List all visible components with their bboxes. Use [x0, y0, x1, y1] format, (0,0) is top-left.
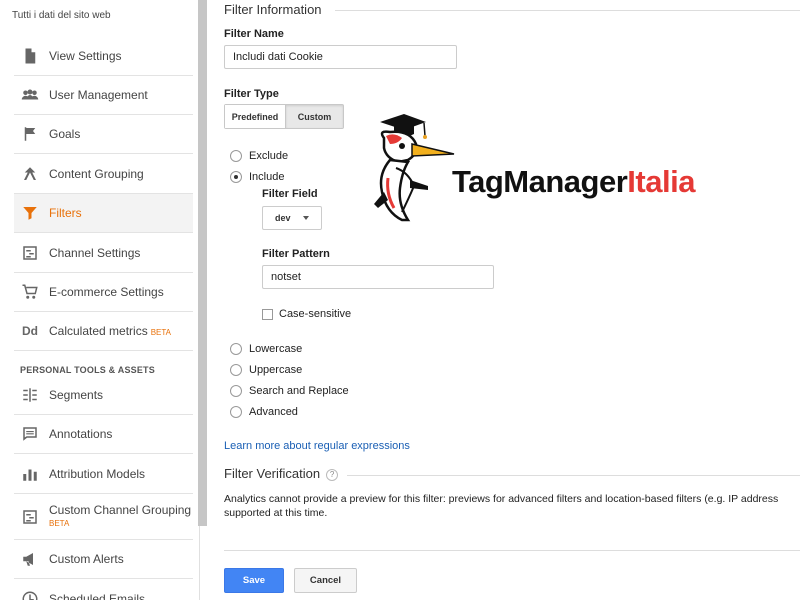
sidebar-item-label: Custom Channel Grouping BETA — [49, 503, 191, 531]
save-button[interactable]: Save — [224, 568, 284, 593]
radio-label: Include — [249, 171, 285, 183]
filter-information-title: Filter Information — [224, 2, 322, 17]
filter-type-toggle: Predefined Custom — [224, 104, 344, 129]
beta-badge: BETA — [49, 518, 70, 528]
radio-uppercase[interactable]: Uppercase — [230, 364, 302, 376]
megaphone-icon — [20, 550, 40, 568]
flag-icon — [20, 125, 40, 143]
sidebar-item-filters[interactable]: Filters — [14, 194, 193, 233]
footer-divider — [224, 550, 800, 551]
filter-verification-title: Filter Verification? — [224, 466, 339, 481]
radio-lowercase[interactable]: Lowercase — [230, 343, 302, 355]
radio-button[interactable] — [230, 150, 242, 162]
sidebar-item-ecommerce-settings[interactable]: E-commerce Settings — [14, 273, 193, 312]
sidebar-item-channel-settings[interactable]: Channel Settings — [14, 234, 193, 273]
filter-name-input[interactable] — [224, 45, 457, 69]
sidebar-item-goals[interactable]: Goals — [14, 115, 193, 154]
sidebar-item-label: E-commerce Settings — [49, 285, 164, 299]
grouping-icon — [20, 165, 40, 183]
filter-pattern-label: Filter Pattern — [262, 248, 330, 260]
segments-icon — [20, 386, 40, 404]
sidebar-item-label: Channel Settings — [49, 246, 141, 260]
radio-label: Lowercase — [249, 343, 303, 355]
sidebar-item-label: View Settings — [49, 49, 122, 63]
caret-down-icon — [303, 216, 309, 220]
radio-exclude[interactable]: Exclude — [230, 150, 288, 162]
filter-field-value: dev — [275, 213, 291, 223]
sidebar-item-calculated-metrics[interactable]: Dd Calculated metrics BETA — [14, 312, 193, 351]
radio-label: Search and Replace — [249, 385, 349, 397]
sidebar-item-label: Attribution Models — [49, 467, 146, 481]
cancel-button[interactable]: Cancel — [294, 568, 357, 593]
annotation-icon — [20, 425, 40, 443]
radio-label: Uppercase — [249, 364, 303, 376]
sidebar-item-custom-channel-grouping[interactable]: Custom Channel Grouping BETA — [14, 494, 193, 540]
help-icon[interactable]: ? — [326, 468, 339, 481]
sidebar-item-view-settings[interactable]: View Settings — [14, 37, 193, 76]
sidebar-item-label: Annotations — [49, 427, 113, 441]
filter-pattern-input[interactable] — [262, 265, 494, 289]
sidebar-item-segments[interactable]: Segments — [14, 376, 193, 415]
tab-predefined[interactable]: Predefined — [225, 105, 285, 128]
dd-icon: Dd — [22, 324, 38, 338]
radio-include[interactable]: Include — [230, 171, 284, 183]
radio-advanced[interactable]: Advanced — [230, 406, 298, 418]
case-sensitive-option[interactable]: Case-sensitive — [262, 308, 351, 320]
filter-field-select[interactable]: dev — [262, 206, 322, 230]
cart-icon — [20, 283, 40, 301]
regex-help-link[interactable]: Learn more about regular expressions — [224, 440, 410, 452]
sidebar-item-user-management[interactable]: User Management — [14, 76, 193, 115]
radio-button[interactable] — [230, 406, 242, 418]
tagmanageritalia-logo: TagManagerItalia — [368, 108, 778, 224]
sidebar-item-custom-alerts[interactable]: Custom Alerts — [14, 540, 193, 579]
bar-chart-icon — [20, 465, 40, 483]
radio-label: Advanced — [249, 406, 298, 418]
admin-sidebar: Tutti i dati del sito web View Settings … — [0, 0, 200, 600]
sidebar-item-label: User Management — [49, 88, 148, 102]
sidebar-item-content-grouping[interactable]: Content Grouping — [14, 155, 193, 194]
users-icon — [20, 86, 40, 104]
sidebar-item-label: Calculated metrics BETA — [49, 324, 172, 338]
radio-button[interactable] — [230, 171, 242, 183]
sidebar-item-label: Filters — [49, 206, 82, 220]
sidebar-item-label: Custom Alerts — [49, 552, 124, 566]
sidebar-item-label: Content Grouping — [49, 167, 144, 181]
filter-name-label: Filter Name — [224, 28, 284, 40]
verification-message: Analytics cannot provide a preview for t… — [224, 493, 779, 519]
sidebar-item-label: Scheduled Emails — [49, 591, 146, 600]
logo-text-italia: Italia — [627, 164, 695, 199]
sidebar-item-annotations[interactable]: Annotations — [14, 415, 193, 454]
radio-button[interactable] — [230, 364, 242, 376]
tab-custom[interactable]: Custom — [285, 105, 343, 128]
logo-wordmark: TagManagerItalia — [452, 164, 695, 200]
woodpecker-mascot-icon — [374, 114, 455, 222]
checkbox-label: Case-sensitive — [279, 308, 352, 320]
radio-button[interactable] — [230, 343, 242, 355]
filter-icon — [20, 204, 40, 222]
sidebar-scrollbar[interactable] — [198, 0, 207, 526]
sidebar-item-attribution-models[interactable]: Attribution Models — [14, 455, 193, 494]
section-title-personal-tools: PERSONAL TOOLS & ASSETS — [20, 365, 155, 375]
view-name: Tutti i dati del sito web — [12, 10, 111, 21]
document-icon — [20, 47, 40, 65]
sidebar-item-label: Segments — [49, 388, 104, 402]
filter-editor: Filter Information Filter Name Filter Ty… — [207, 0, 800, 600]
channel-icon — [20, 508, 40, 526]
channel-icon — [20, 244, 40, 262]
clock-icon — [20, 590, 40, 600]
radio-search-replace[interactable]: Search and Replace — [230, 385, 349, 397]
section-divider — [335, 10, 800, 11]
case-sensitive-checkbox[interactable] — [262, 308, 273, 320]
sidebar-item-label: Goals — [49, 127, 81, 141]
sidebar-item-scheduled-emails[interactable]: Scheduled Emails — [14, 579, 193, 600]
radio-button[interactable] — [230, 385, 242, 397]
filter-field-label: Filter Field — [262, 188, 318, 200]
beta-badge: BETA — [150, 328, 172, 337]
radio-label: Exclude — [249, 150, 289, 162]
logo-text-tagmanager: TagManager — [452, 164, 628, 199]
filter-type-label: Filter Type — [224, 88, 279, 100]
section-divider — [347, 475, 800, 476]
